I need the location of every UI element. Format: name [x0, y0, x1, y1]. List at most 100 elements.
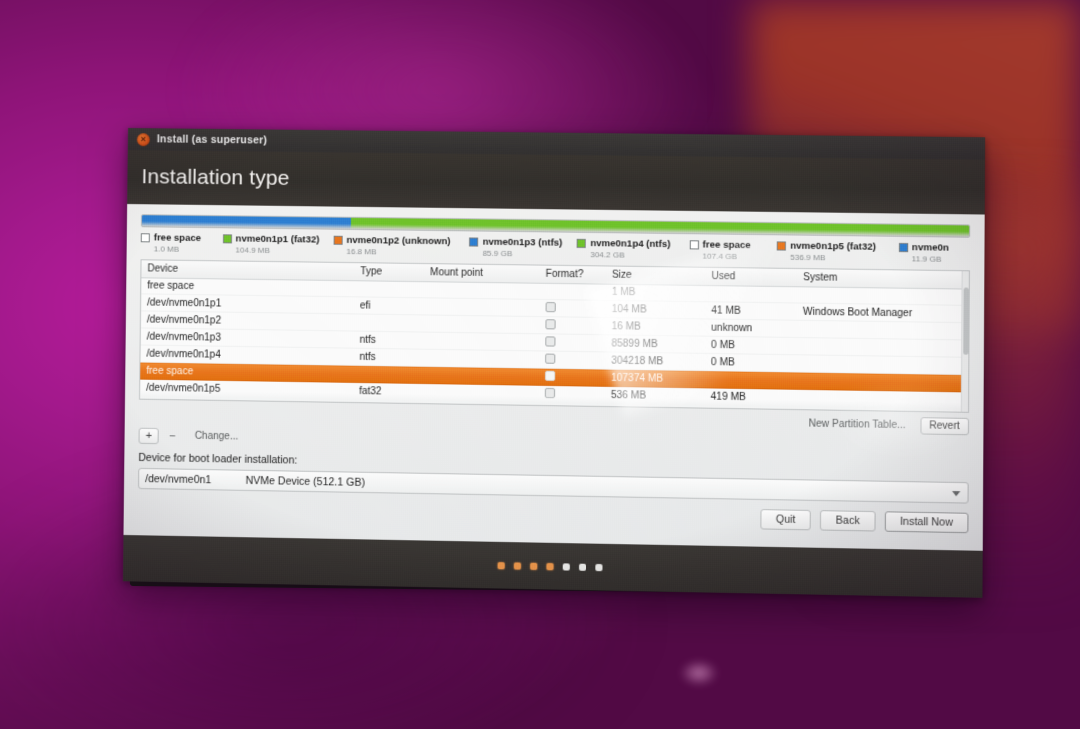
screen: × Install (as superuser) Installation ty…: [122, 128, 986, 598]
bootloader-device-description: NVMe Device (512.1 GB): [245, 474, 366, 489]
cell-size: 1 MB: [605, 284, 706, 302]
legend-item: nvme0n 11.9 GB: [898, 242, 970, 264]
new-partition-table-button[interactable]: New Partition Table...: [799, 415, 915, 434]
legend-size: 16.8 MB: [346, 246, 377, 257]
checkbox-icon[interactable]: [544, 353, 556, 364]
nvme0n1p2-segment[interactable]: [350, 217, 970, 237]
legend-item: free space 107.4 GB: [689, 239, 777, 261]
table-scrollbar[interactable]: [960, 271, 969, 412]
legend-swatch-icon: [222, 234, 232, 244]
add-partition-button[interactable]: +: [138, 427, 160, 445]
legend-label: nvme0n1p2 (unknown): [346, 234, 451, 248]
progress-dot[interactable]: [562, 562, 570, 571]
cell-mount-point: [423, 314, 540, 334]
cell-type: [353, 313, 424, 333]
legend-swatch-icon: [140, 233, 150, 243]
window-title: Install (as superuser): [156, 133, 268, 147]
cell-mount-point: [423, 297, 540, 317]
checkbox-icon[interactable]: [545, 302, 556, 313]
close-glyph: ×: [140, 133, 147, 144]
cell-format-checkbox[interactable]: [539, 299, 606, 318]
legend-size: 1.0 MB: [153, 244, 180, 254]
partition-table: Device Type Mount point Format? Size Used Syst…: [139, 260, 969, 413]
table-header-cell[interactable]: Used: [705, 267, 798, 287]
legend-swatch-icon: [577, 238, 587, 249]
legend-label: free space: [153, 232, 201, 245]
table-header-cell[interactable]: Size: [605, 266, 706, 286]
checkbox-icon[interactable]: [545, 336, 556, 347]
cell-mount-point: [423, 332, 540, 351]
cell-mount-point: [423, 349, 539, 369]
legend-item: nvme0n1p5 (fat32) 536.9 MB: [776, 240, 899, 263]
checkbox-icon[interactable]: [545, 319, 556, 330]
cell-size: 16 MB: [605, 317, 706, 337]
cell-used: 0 MB: [704, 336, 797, 355]
table-header-cell[interactable]: System: [797, 269, 969, 290]
background-specular-dot: [680, 660, 718, 686]
legend-label: nvme0n1p4 (ntfs): [590, 237, 671, 251]
cell-used: [704, 370, 797, 390]
installer-app-icon: ×: [136, 132, 150, 146]
progress-dot[interactable]: [594, 563, 603, 571]
progress-dot[interactable]: [545, 562, 554, 570]
legend-item: nvme0n1p2 (unknown) 16.8 MB: [333, 235, 469, 258]
page-title: Installation type: [141, 165, 290, 190]
progress-dot[interactable]: [513, 561, 521, 570]
legend-size: 304.2 GB: [590, 250, 625, 260]
change-partition-button[interactable]: Change...: [186, 428, 248, 447]
table-header-cell[interactable]: Format?: [539, 265, 606, 285]
cell-size: 304218 MB: [605, 351, 705, 371]
legend-item: free space 1.0 MB: [140, 232, 223, 254]
partition-table-container[interactable]: Device Type Mount point Format? Size Used Syst…: [139, 259, 970, 413]
revert-button[interactable]: Revert: [919, 417, 970, 436]
ubuntu-installer-window: × Install (as superuser) Installation ty…: [122, 128, 986, 598]
cell-format-checkbox[interactable]: [538, 368, 606, 387]
cell-size: 85899 MB: [605, 334, 705, 354]
remove-partition-button[interactable]: −: [162, 428, 183, 444]
chevron-down-icon[interactable]: [952, 490, 961, 496]
legend-label: nvme0n: [911, 242, 949, 254]
table-scrollbar-thumb[interactable]: [963, 287, 969, 355]
progress-dot[interactable]: [578, 563, 586, 571]
cell-format-checkbox[interactable]: [539, 316, 606, 335]
legend-item: nvme0n1p3 (ntfs) 85.9 GB: [469, 236, 577, 259]
table-header-cell[interactable]: Type: [354, 263, 425, 282]
nvme0n1p1-segment[interactable]: [141, 215, 351, 229]
install-now-button[interactable]: Install Now: [884, 511, 969, 534]
quit-button[interactable]: Quit: [760, 509, 812, 531]
cell-type: [353, 365, 424, 384]
legend-swatch-icon: [776, 241, 787, 251]
cell-mount-point: [423, 366, 539, 386]
legend-item: nvme0n1p1 (fat32) 104.9 MB: [222, 233, 333, 256]
monitor-screen-area: × Install (as superuser) Installation ty…: [122, 128, 986, 598]
legend-size: 104.9 MB: [235, 245, 270, 255]
partition-legend: free space 1.0 MB nvme0n1p1 (fat32) 104.9 M…: [140, 232, 970, 264]
cell-type: [353, 280, 424, 298]
cell-type: ntfs: [353, 331, 424, 350]
checkbox-icon[interactable]: [544, 370, 555, 381]
cell-format-checkbox[interactable]: [538, 350, 606, 370]
installer-body: free space 1.0 MB nvme0n1p1 (fat32) 104.9 M…: [123, 204, 985, 551]
progress-dots: [497, 561, 603, 571]
cell-format-checkbox[interactable]: [538, 333, 606, 352]
legend-size: 85.9 GB: [482, 248, 513, 259]
progress-dot[interactable]: [497, 561, 505, 569]
legend-item: nvme0n1p4 (ntfs) 304.2 GB: [577, 238, 689, 261]
cell-used: 41 MB: [705, 301, 797, 321]
legend-size: 107.4 GB: [702, 251, 738, 262]
progress-dot[interactable]: [529, 562, 537, 570]
cell-format-checkbox[interactable]: [539, 283, 606, 301]
legend-swatch-icon: [689, 240, 699, 250]
legend-swatch-icon: [333, 235, 343, 245]
cell-size: 104 MB: [605, 300, 706, 319]
bootloader-device-path: /dev/nvme0n1: [145, 472, 212, 486]
cell-used: [705, 285, 798, 303]
table-header-cell[interactable]: Mount point: [423, 264, 540, 284]
back-button[interactable]: Back: [820, 510, 876, 532]
legend-size: 11.9 GB: [911, 254, 942, 264]
wizard-buttons: Quit Back Install Now: [138, 498, 969, 534]
legend-label: nvme0n1p3 (ntfs): [482, 236, 563, 249]
cell-used: unknown: [704, 318, 797, 338]
legend-label: free space: [702, 239, 751, 252]
cell-type: efi: [353, 296, 424, 315]
